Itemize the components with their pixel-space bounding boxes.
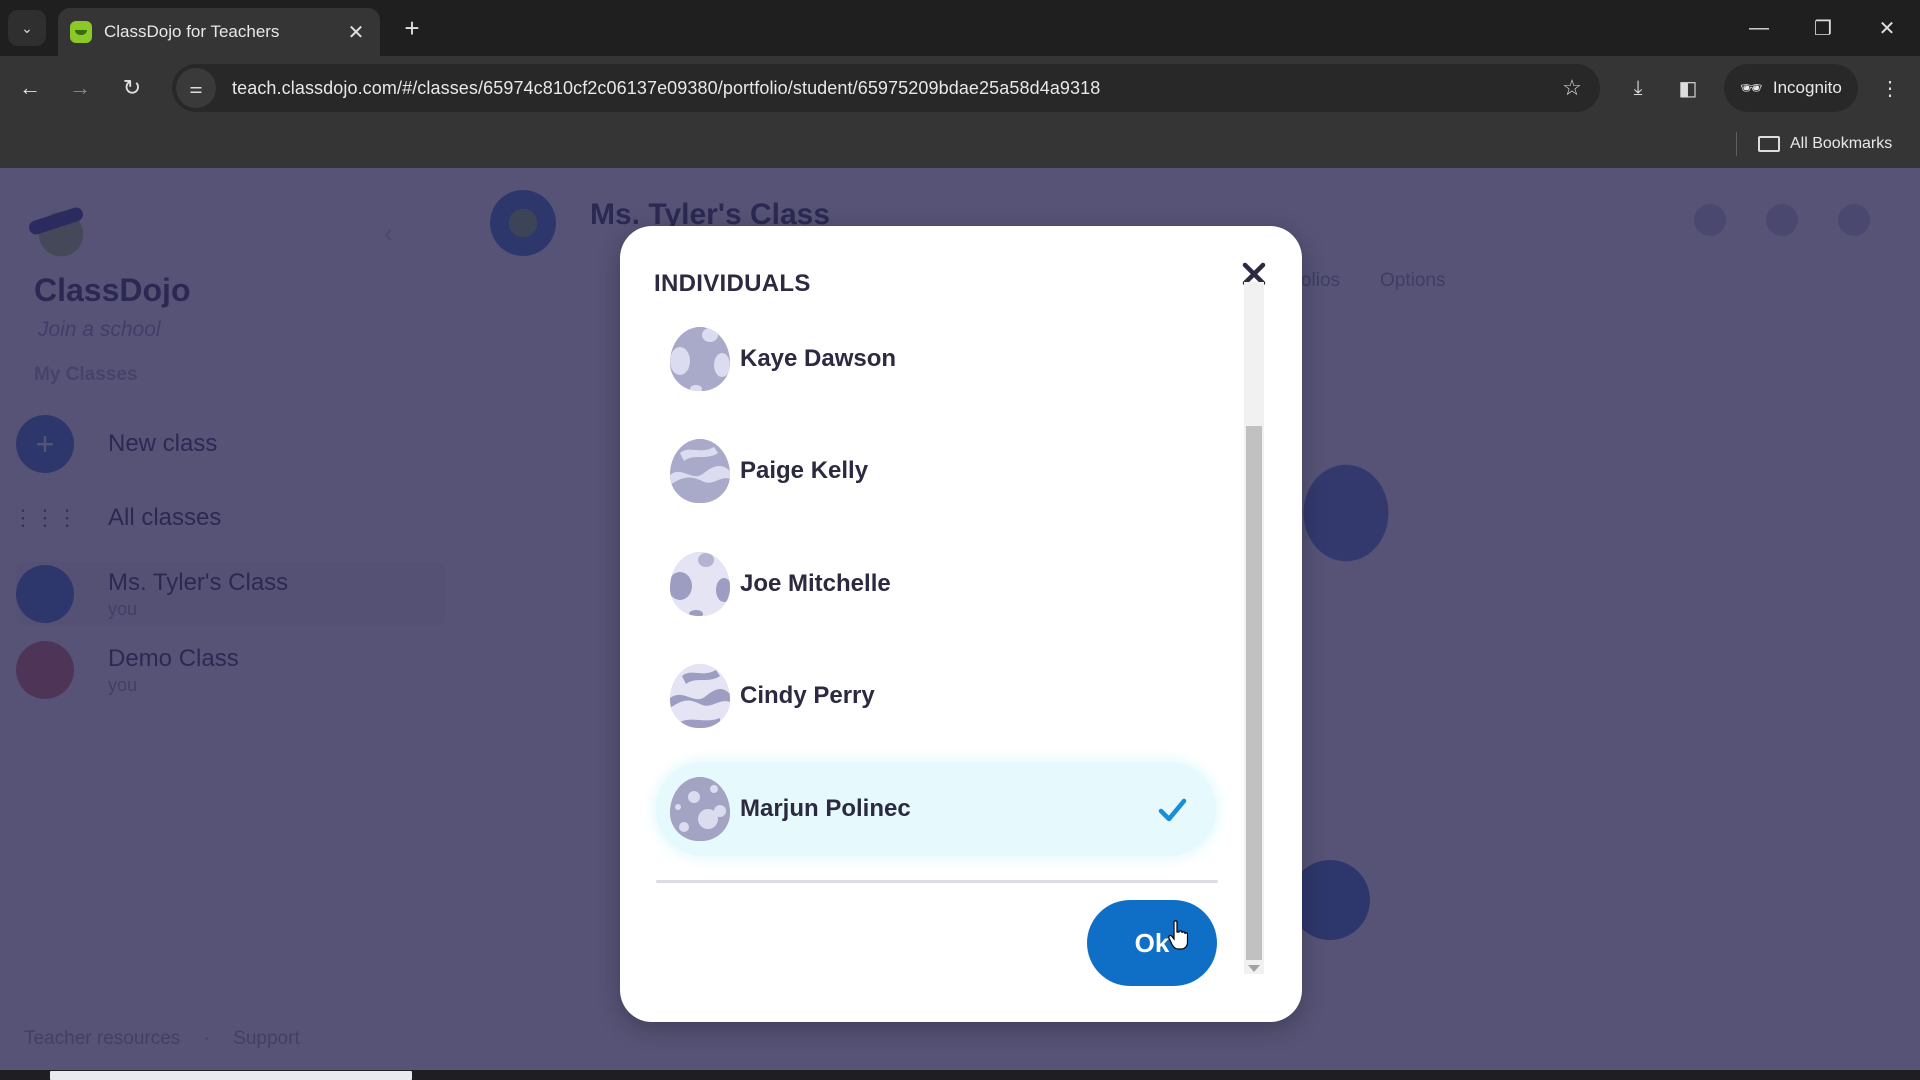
download-button[interactable]: ⤓ — [1620, 70, 1656, 106]
student-row[interactable]: Kaye Dawson — [656, 312, 1216, 406]
student-row-selected[interactable]: Marjun Polinec — [656, 762, 1216, 856]
new-tab-button[interactable]: + — [396, 12, 428, 44]
horizontal-scrollbar[interactable] — [0, 1070, 1920, 1080]
arrow-right-icon: → — [69, 75, 91, 100]
tab-close-icon[interactable]: ✕ — [342, 18, 370, 46]
minimize-button[interactable]: — — [1736, 8, 1782, 48]
plus-icon: + — [404, 12, 420, 43]
checkmark-icon — [1158, 798, 1187, 822]
student-name: Marjun Polinec — [740, 795, 911, 822]
restore-icon: ❐ — [1814, 17, 1832, 40]
address-bar[interactable]: ⚌ teach.classdojo.com/#/classes/65974c81… — [172, 64, 1600, 112]
incognito-indicator[interactable]: 🕶 Incognito — [1724, 64, 1858, 112]
student-row[interactable]: Cindy Perry — [656, 649, 1216, 743]
modal-scrollbar[interactable] — [1244, 282, 1264, 974]
modal-divider — [656, 880, 1218, 883]
reload-button[interactable]: ↻ — [114, 70, 150, 106]
egg-avatar-icon — [670, 439, 730, 503]
browser-tab-active[interactable]: ClassDojo for Teachers ✕ — [58, 8, 380, 56]
student-list: Kaye Dawson Paige Kelly Joe Mitchelle Ci… — [656, 312, 1216, 880]
star-icon[interactable]: ☆ — [1552, 68, 1592, 108]
minimize-icon: — — [1749, 16, 1769, 39]
close-icon: ✕ — [1878, 17, 1896, 40]
tab-title: ClassDojo for Teachers — [104, 22, 280, 41]
student-name: Joe Mitchelle — [740, 570, 891, 597]
scroll-down-arrow-icon[interactable] — [1248, 965, 1260, 972]
student-name: Kaye Dawson — [740, 345, 897, 372]
url-text[interactable]: teach.classdojo.com/#/classes/65974c810c… — [232, 78, 1552, 99]
modal-scrollbar-thumb[interactable] — [1246, 426, 1262, 960]
browser-toolbar: ← → ↻ ⚌ teach.classdojo.com/#/classes/65… — [0, 56, 1920, 120]
all-bookmarks-button[interactable]: All Bookmarks — [1758, 130, 1892, 158]
individuals-modal: INDIVIDUALS Kaye Dawson Paige Kelly Joe … — [620, 226, 1302, 1022]
student-name: Cindy Perry — [740, 682, 875, 709]
restore-button[interactable]: ❐ — [1800, 8, 1846, 48]
egg-avatar-icon — [670, 664, 730, 728]
kebab-icon: ⋮ — [1880, 77, 1900, 100]
egg-avatar-icon — [670, 552, 730, 616]
tab-search-button[interactable]: ⌄ — [8, 10, 46, 46]
close-window-button[interactable]: ✕ — [1864, 8, 1910, 48]
horizontal-scrollbar-thumb[interactable] — [50, 1071, 412, 1080]
reload-icon: ↻ — [122, 75, 142, 100]
student-row[interactable]: Paige Kelly — [656, 424, 1216, 518]
all-bookmarks-label: All Bookmarks — [1790, 135, 1893, 152]
bookmarks-divider — [1736, 132, 1737, 156]
student-name: Paige Kelly — [740, 457, 869, 484]
back-button[interactable]: ← — [12, 70, 48, 106]
ok-button[interactable]: Ok — [1087, 900, 1217, 986]
browser-menu-button[interactable]: ⋮ — [1872, 70, 1908, 106]
bookmarks-bar: All Bookmarks — [0, 120, 1920, 168]
browser-tab-strip: ⌄ ClassDojo for Teachers ✕ + — ❐ ✕ — [0, 0, 1920, 56]
classdojo-favicon-icon — [70, 21, 92, 43]
chevron-down-icon: ⌄ — [21, 19, 33, 36]
forward-button[interactable]: → — [62, 70, 98, 106]
side-panel-icon: ◧ — [1678, 77, 1698, 100]
student-row[interactable]: Joe Mitchelle — [656, 537, 1216, 631]
incognito-label: Incognito — [1772, 78, 1842, 97]
hand-cursor-icon — [1168, 920, 1188, 950]
incognito-icon: 🕶 — [1740, 77, 1763, 98]
download-icon: ⤓ — [1633, 76, 1643, 99]
site-info-icon[interactable]: ⚌ — [176, 68, 216, 108]
arrow-left-icon: ← — [19, 75, 41, 100]
egg-avatar-icon — [670, 777, 730, 841]
folder-icon — [1758, 136, 1780, 152]
modal-title: INDIVIDUALS — [654, 270, 811, 297]
egg-avatar-icon — [670, 327, 730, 391]
side-panel-button[interactable]: ◧ — [1670, 70, 1706, 106]
